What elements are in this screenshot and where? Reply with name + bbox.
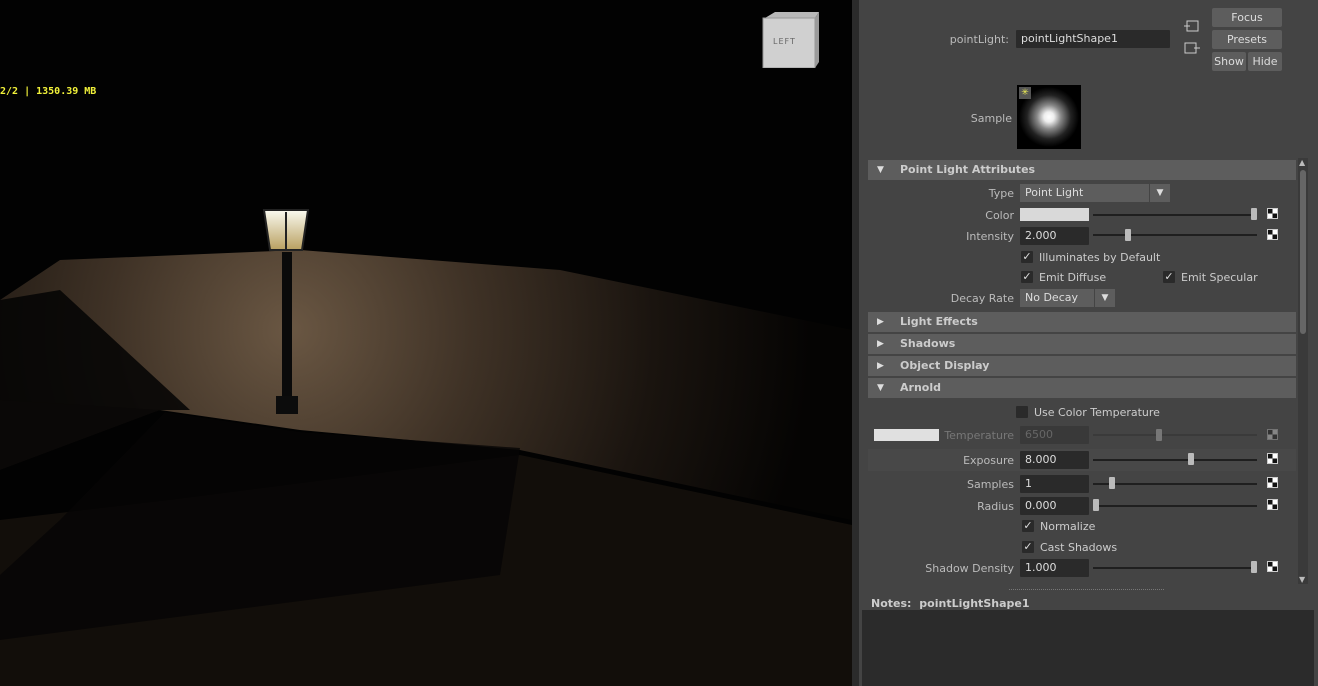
scene-render (0, 0, 852, 686)
chevron-down-icon: ▼ (1149, 184, 1170, 202)
exposure-map-button[interactable] (1267, 453, 1278, 464)
scroll-down-icon[interactable]: ▼ (1299, 575, 1305, 584)
shadow-density-slider-handle[interactable] (1251, 561, 1257, 573)
notes-node-name: pointLightShape1 (919, 597, 1030, 610)
memory-readout: 2/2 | 1350.39 MB (0, 86, 97, 97)
shadow-density-slider[interactable] (1093, 567, 1257, 569)
notes-textarea[interactable] (862, 610, 1314, 686)
decay-rate-label: Decay Rate (950, 292, 1014, 305)
view-cube[interactable]: LEFT (761, 10, 819, 69)
section-light-effects[interactable]: ▶ Light Effects (868, 312, 1296, 332)
normalize-label: Normalize (1040, 520, 1096, 533)
section-arnold[interactable]: ▼ Arnold (868, 378, 1296, 398)
cast-shadows-checkbox[interactable]: ✓ (1022, 541, 1034, 553)
radius-map-button[interactable] (1267, 499, 1278, 510)
normalize-checkbox[interactable]: ✓ (1022, 520, 1034, 532)
temperature-map-button (1267, 429, 1278, 440)
panel-divider[interactable] (852, 0, 859, 686)
input-connection-icon[interactable] (1184, 19, 1200, 33)
notes-resize-handle[interactable] (1009, 589, 1164, 593)
samples-slider[interactable] (1093, 483, 1257, 485)
type-label: Type (988, 187, 1014, 200)
color-slider[interactable] (1093, 214, 1257, 216)
exposure-slider[interactable] (1093, 459, 1257, 461)
show-button[interactable]: Show (1212, 52, 1246, 71)
section-object-display[interactable]: ▶ Object Display (868, 356, 1296, 376)
node-type-label: pointLight: (949, 33, 1009, 46)
temperature-slider (1093, 434, 1257, 436)
illuminates-default-checkbox[interactable]: ✓ (1021, 251, 1033, 263)
cast-shadows-label: Cast Shadows (1040, 541, 1118, 554)
focus-button[interactable]: Focus (1212, 8, 1282, 27)
emit-specular-label: Emit Specular (1181, 271, 1258, 284)
collapsed-triangle-icon: ▶ (877, 361, 884, 371)
color-slider-handle[interactable] (1251, 208, 1257, 220)
samples-slider-handle[interactable] (1108, 477, 1115, 489)
emit-diffuse-checkbox[interactable]: ✓ (1021, 271, 1033, 283)
intensity-field[interactable]: 2.000 (1020, 227, 1089, 245)
use-color-temp-checkbox[interactable] (1016, 406, 1028, 418)
shadow-density-label: Shadow Density (925, 562, 1014, 575)
view-cube-label: LEFT (773, 37, 796, 46)
section-point-light-attributes[interactable]: ▼ Point Light Attributes (868, 160, 1296, 180)
intensity-slider[interactable] (1093, 234, 1257, 236)
scroll-up-icon[interactable]: ▲ (1299, 158, 1305, 167)
exposure-field[interactable]: 8.000 (1020, 451, 1089, 469)
temperature-slider-handle (1156, 429, 1163, 441)
illuminates-default-label: Illuminates by Default (1039, 251, 1161, 264)
lamp-post (282, 252, 292, 414)
update-sample-icon[interactable]: ✳ (1019, 87, 1031, 99)
temperature-field: 6500 (1020, 426, 1089, 444)
attribute-scrollbar[interactable]: ▲ ▼ (1298, 158, 1308, 584)
node-name-field[interactable]: pointLightShape1 (1016, 30, 1170, 48)
hide-button[interactable]: Hide (1248, 52, 1282, 71)
collapsed-triangle-icon: ▶ (877, 339, 884, 349)
scrollbar-thumb[interactable] (1300, 170, 1306, 334)
intensity-map-button[interactable] (1267, 229, 1278, 240)
lamp-post-base (276, 396, 298, 414)
radius-field[interactable]: 0.000 (1020, 497, 1089, 515)
use-color-temp-label: Use Color Temperature (1034, 406, 1160, 419)
sample-label: Sample (970, 112, 1012, 125)
samples-field[interactable]: 1 (1020, 475, 1089, 493)
collapsed-triangle-icon: ▶ (877, 317, 884, 327)
color-map-button[interactable] (1267, 208, 1278, 219)
temperature-label: Temperature (944, 429, 1014, 442)
chevron-down-icon: ▼ (1094, 289, 1115, 307)
samples-map-button[interactable] (1267, 477, 1278, 488)
color-swatch[interactable] (1020, 208, 1089, 221)
expanded-triangle-icon: ▼ (877, 383, 884, 393)
output-connection-icon[interactable] (1184, 41, 1200, 55)
attribute-editor: pointLight: pointLightShape1 Focus Prese… (859, 0, 1318, 686)
color-label: Color (985, 209, 1014, 222)
emit-specular-checkbox[interactable]: ✓ (1163, 271, 1175, 283)
decay-rate-dropdown[interactable]: No Decay ▼ (1020, 289, 1115, 307)
section-shadows[interactable]: ▶ Shadows (868, 334, 1296, 354)
intensity-label: Intensity (966, 230, 1014, 243)
radius-label: Radius (977, 500, 1014, 513)
radius-slider-handle[interactable] (1093, 499, 1099, 511)
emit-diffuse-label: Emit Diffuse (1039, 271, 1107, 284)
presets-button[interactable]: Presets (1212, 30, 1282, 49)
shadow-density-map-button[interactable] (1267, 561, 1278, 572)
samples-label: Samples (967, 478, 1014, 491)
radius-slider[interactable] (1093, 505, 1257, 507)
type-dropdown[interactable]: Point Light ▼ (1020, 184, 1170, 202)
shadow-density-field[interactable]: 1.000 (1020, 559, 1089, 577)
notes-label: Notes: pointLightShape1 (871, 597, 1030, 610)
intensity-slider-handle[interactable] (1124, 229, 1131, 241)
viewport-3d[interactable]: 2/2 | 1350.39 MB LEFT (0, 0, 852, 686)
exposure-slider-handle[interactable] (1187, 453, 1194, 465)
expanded-triangle-icon: ▼ (877, 165, 884, 175)
exposure-label: Exposure (963, 454, 1014, 467)
